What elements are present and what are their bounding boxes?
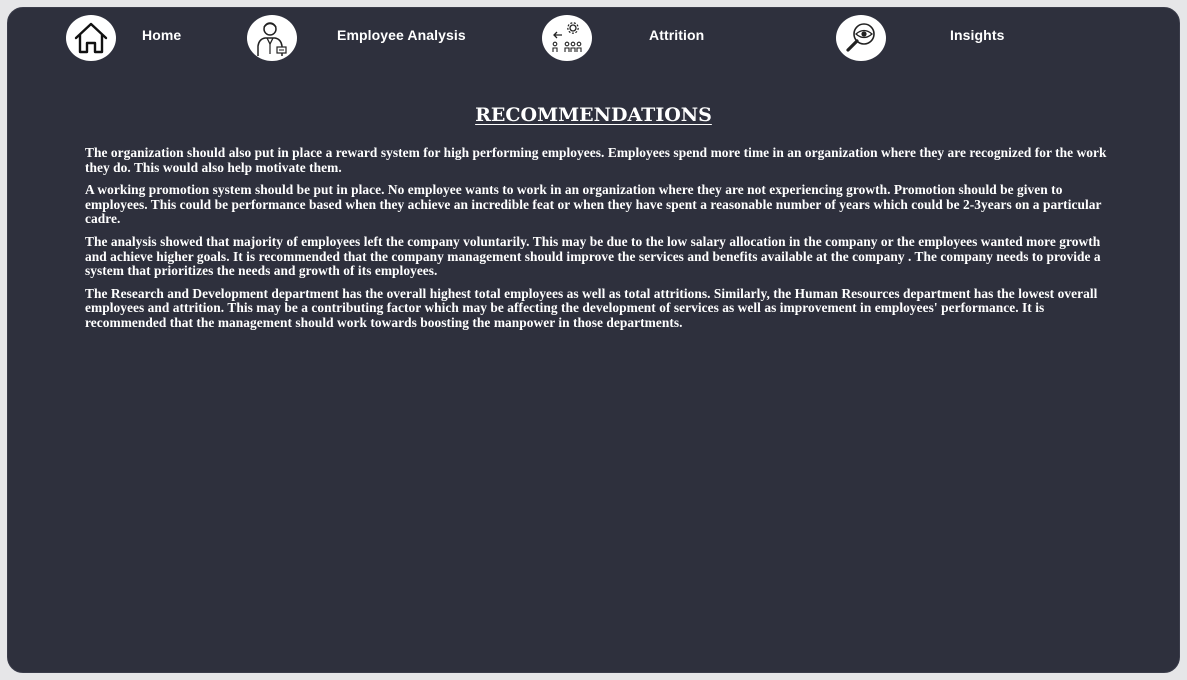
insights-icon[interactable] (836, 15, 886, 61)
report-panel: Home Employee Analysis Attrition Insight… (7, 7, 1180, 673)
recommendation-paragraph: The Research and Development department … (85, 285, 1098, 330)
nav-attrition-label[interactable]: Attrition (649, 27, 704, 43)
recommendation-paragraph: The organization should also put in plac… (85, 145, 1107, 175)
nav-home-label[interactable]: Home (142, 27, 181, 43)
attrition-icon[interactable] (542, 15, 592, 61)
recommendation-paragraph: The analysis showed that majority of emp… (85, 233, 1101, 279)
nav-insights[interactable]: Insights (836, 8, 1036, 64)
home-icon[interactable] (66, 15, 116, 61)
employee-icon[interactable] (247, 15, 297, 61)
page-title: RECOMMENDATIONS (475, 104, 712, 126)
nav-attrition[interactable]: Attrition (542, 8, 742, 64)
nav-employee-analysis-label[interactable]: Employee Analysis (337, 27, 466, 43)
nav-home[interactable]: Home (66, 8, 226, 64)
nav-insights-label[interactable]: Insights (950, 27, 1004, 43)
nav-employee-analysis[interactable]: Employee Analysis (247, 8, 487, 64)
recommendation-paragraph: A working promotion system should be put… (85, 182, 1102, 227)
recommendations-list: The organization should also put in plac… (85, 145, 1115, 339)
